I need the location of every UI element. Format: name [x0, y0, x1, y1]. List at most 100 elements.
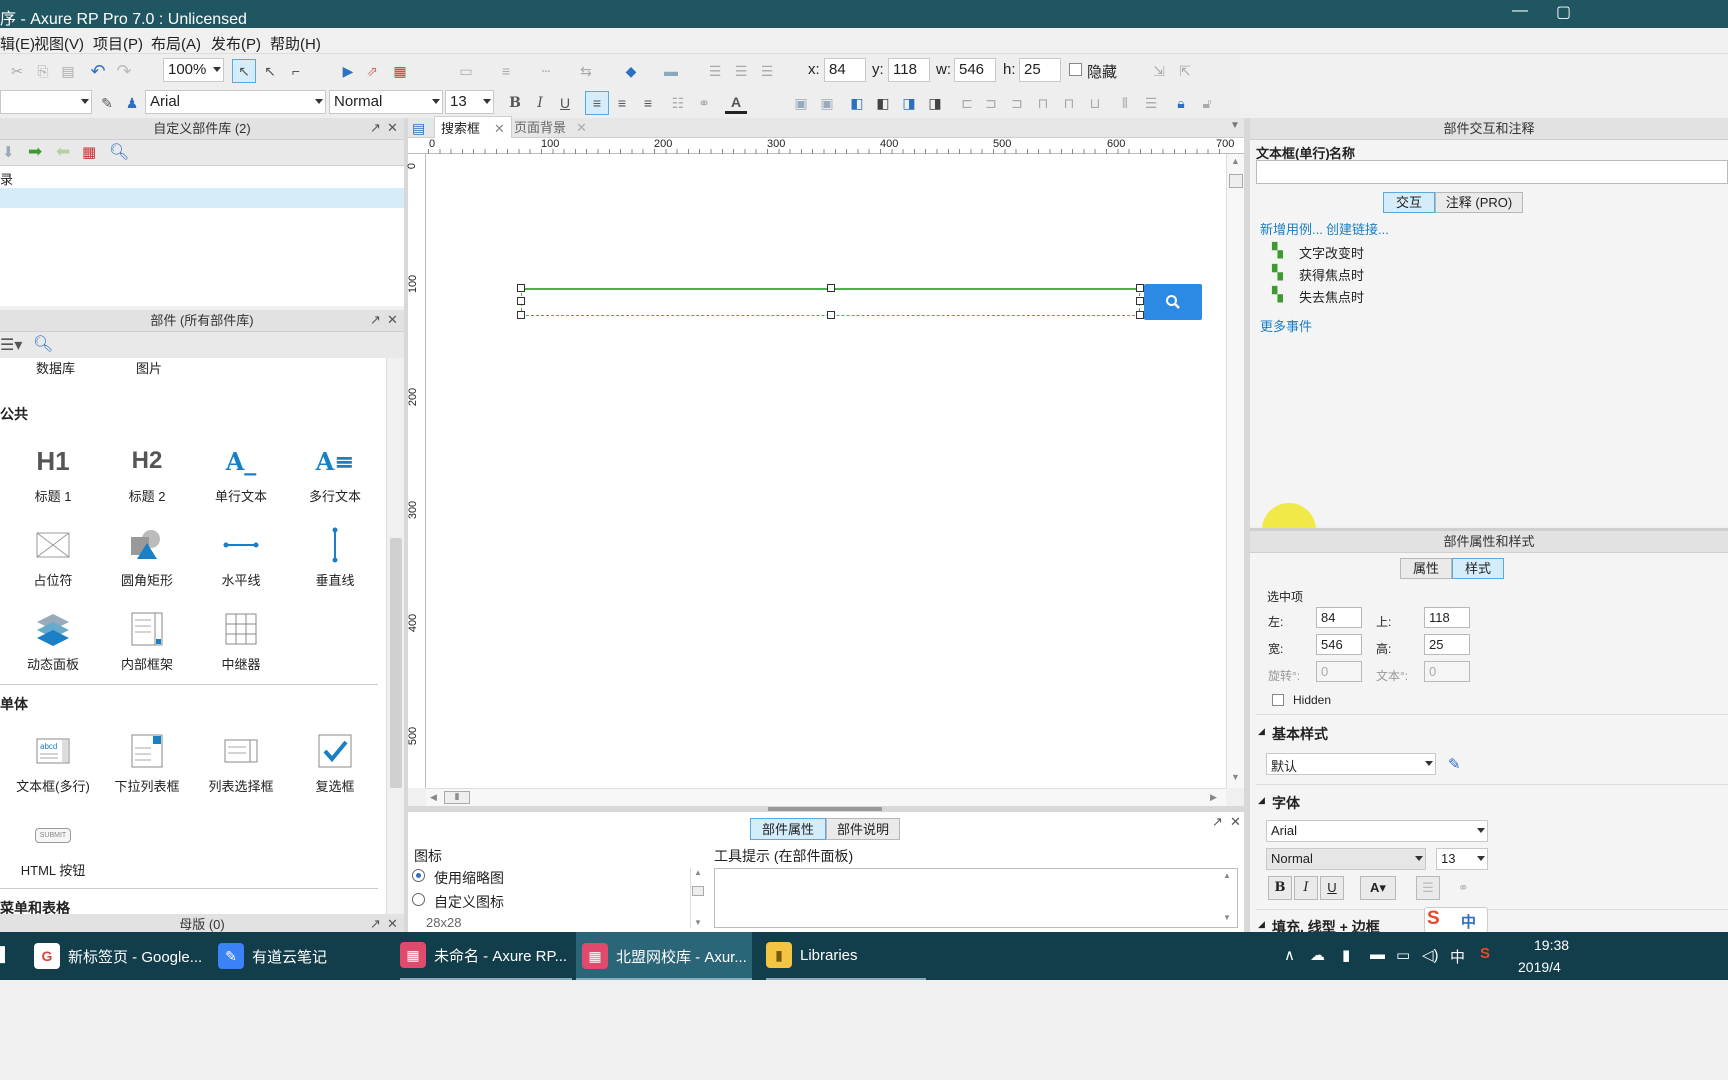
widget-hline[interactable]: 水平线 [193, 520, 289, 589]
create-link-link[interactable]: 创建链接... [1326, 219, 1389, 238]
font-size-select[interactable]: 13 [1436, 848, 1488, 870]
connector-icon[interactable]: ⌐ [285, 60, 307, 82]
bullet-icon[interactable]: ☰ [756, 60, 778, 82]
resize-handle[interactable] [1136, 311, 1144, 319]
menu-help[interactable]: 帮助(H) [270, 33, 321, 54]
taskbar-item-chrome[interactable]: G 新标签页 - Google... [34, 932, 224, 980]
style-select[interactable] [0, 90, 92, 114]
undo-icon[interactable]: ↶ [87, 60, 109, 82]
sogou-tray-icon[interactable]: S [1480, 945, 1490, 962]
more-events-link[interactable]: 更多事件 [1260, 316, 1312, 335]
share-icon[interactable]: ⇗ [361, 60, 383, 82]
resize-handle[interactable] [827, 284, 835, 292]
pop-out-icon[interactable]: ↗ [370, 916, 381, 932]
section-form[interactable]: 单体 [0, 694, 28, 714]
paste-icon[interactable]: ▤ [57, 60, 79, 82]
tab-page-background[interactable]: 页面背景 ✕ [508, 116, 593, 140]
group-icon[interactable]: ▣ [790, 92, 812, 114]
search-button[interactable] [1144, 284, 1202, 320]
chevron-right-icon[interactable]: ▶ [1210, 792, 1217, 803]
format-painter-icon[interactable]: ✎ [96, 92, 118, 114]
line-width-icon[interactable]: ≡ [495, 60, 517, 82]
widget-inline-frame[interactable]: 内部框架 [99, 604, 195, 673]
splitter-grip[interactable] [768, 807, 882, 811]
unlock-icon[interactable]: 🔓︎ [1196, 92, 1218, 114]
tab-widget-notes[interactable]: 部件说明 [826, 818, 900, 840]
edit-style-icon[interactable]: ✎ [1448, 755, 1461, 773]
event-text-changed[interactable]: ▚ 文字改变时 [1272, 242, 1472, 261]
pop-out-icon[interactable]: ↗ [1212, 814, 1223, 830]
radio-custom-icon[interactable] [412, 893, 425, 906]
font-size-select[interactable]: 13 [445, 90, 494, 114]
collapse-triangle-icon[interactable]: ◢ [1258, 726, 1265, 737]
widget-vline[interactable]: 垂直线 [287, 520, 383, 589]
y-input[interactable]: 118 [888, 58, 930, 82]
align-objects-bottom-icon[interactable]: ⊔ [1084, 92, 1106, 114]
widget-rounded-rect[interactable]: 圆角矩形 [99, 520, 195, 589]
chevron-up-icon[interactable]: ▲ [694, 868, 702, 877]
sitemap-icon[interactable]: ▤ [412, 120, 425, 137]
bold-icon[interactable]: B [504, 92, 526, 114]
close-icon[interactable]: ✕ [387, 312, 398, 328]
collapse-triangle-icon[interactable]: ◢ [1258, 795, 1265, 806]
taskbar-item-axure-untitled[interactable]: ▦ 未命名 - Axure RP... [400, 932, 572, 980]
collapse-triangle-icon[interactable]: ◢ [1258, 919, 1265, 930]
tab-search-box[interactable]: 搜索框 ✕ [434, 116, 512, 140]
padding-icon[interactable]: ☰ [704, 60, 726, 82]
width-input[interactable]: 546 [1316, 634, 1362, 655]
ime-toolbar[interactable]: S 中 [1424, 907, 1488, 933]
close-icon[interactable]: ✕ [1230, 814, 1241, 830]
close-icon[interactable]: ✕ [387, 916, 398, 932]
hidden-checkbox[interactable] [1069, 63, 1082, 76]
widget-textarea[interactable]: abcd 文本框(多行) [5, 726, 101, 795]
widget-paragraph[interactable]: A≡ 多行文本 [287, 436, 383, 505]
send-backward-icon[interactable]: ◨ [898, 92, 920, 114]
link-icon[interactable]: ⚭ [693, 92, 715, 114]
rotate-input[interactable]: 0 [1316, 661, 1362, 682]
align-center-icon[interactable]: ≡ [611, 92, 633, 114]
section-menu-table[interactable]: 菜单和表格 [0, 898, 70, 914]
distribute-h-icon[interactable]: ⫴ [1114, 92, 1136, 114]
text-rotate-input[interactable]: 0 [1424, 661, 1470, 682]
scrollbar-thumb[interactable] [692, 886, 704, 896]
lock-icon[interactable]: 🔒︎ [1170, 92, 1192, 114]
close-icon[interactable]: ✕ [494, 121, 505, 136]
scrollbar-thumb[interactable] [390, 538, 402, 788]
link-icon[interactable]: ⚭ [1458, 880, 1469, 896]
chevron-down-icon[interactable]: ▼ [1230, 120, 1240, 131]
h-input[interactable]: 25 [1019, 58, 1061, 82]
widget-droplist[interactable]: 下拉列表框 [99, 726, 195, 795]
font-family-select[interactable]: Arial [145, 90, 326, 114]
left-input[interactable]: 84 [1316, 607, 1362, 628]
widget-repeater[interactable]: 中继器 [193, 604, 289, 673]
tab-widget-properties[interactable]: 部件属性 [750, 818, 826, 840]
x-input[interactable]: 84 [824, 58, 866, 82]
align-objects-middle-icon[interactable]: ⊓ [1058, 92, 1080, 114]
top-input[interactable]: 118 [1424, 607, 1470, 628]
pop-out-icon[interactable]: ↗ [370, 312, 381, 328]
tab-properties[interactable]: 属性 [1400, 558, 1452, 579]
text-color-icon[interactable]: A▾ [1360, 876, 1396, 900]
radio-custom-label[interactable]: 自定义图标 [434, 892, 504, 912]
widget-database-label[interactable]: 数据库 [36, 358, 75, 377]
bring-forward-icon[interactable]: ◧ [872, 92, 894, 114]
tab-interactions[interactable]: 交互 [1383, 192, 1435, 213]
close-icon[interactable]: ✕ [387, 120, 398, 136]
select-intersect-icon[interactable]: ↖ [232, 59, 256, 83]
underline-icon[interactable]: U [554, 92, 576, 114]
base-style-section[interactable]: 基本样式 [1272, 724, 1328, 744]
event-blur[interactable]: ▚ 失去焦点时 [1272, 286, 1472, 305]
chevron-down-icon[interactable]: ▼ [1231, 772, 1240, 782]
align-objects-center-icon[interactable]: ⊐ [980, 92, 1002, 114]
fill-color-icon[interactable]: ◆ [620, 60, 642, 82]
distribute-v-icon[interactable]: ☰ [1140, 92, 1162, 114]
design-canvas[interactable] [426, 154, 1226, 788]
back-icon[interactable]: ⬅ [56, 142, 70, 162]
widget-h1[interactable]: H1 标题 1 [5, 436, 101, 505]
widget-html-button[interactable]: SUBMIT HTML 按钮 [5, 810, 101, 879]
taskbar-item-axure-library[interactable]: ▦ 北盟网校库 - Axur... [582, 932, 752, 980]
resize-handle[interactable] [1136, 284, 1144, 292]
radio-thumbnail-label[interactable]: 使用缩略图 [434, 868, 504, 888]
pop-out-icon[interactable]: ↗ [370, 120, 381, 136]
widget-label[interactable]: A_ 单行文本 [193, 436, 289, 505]
